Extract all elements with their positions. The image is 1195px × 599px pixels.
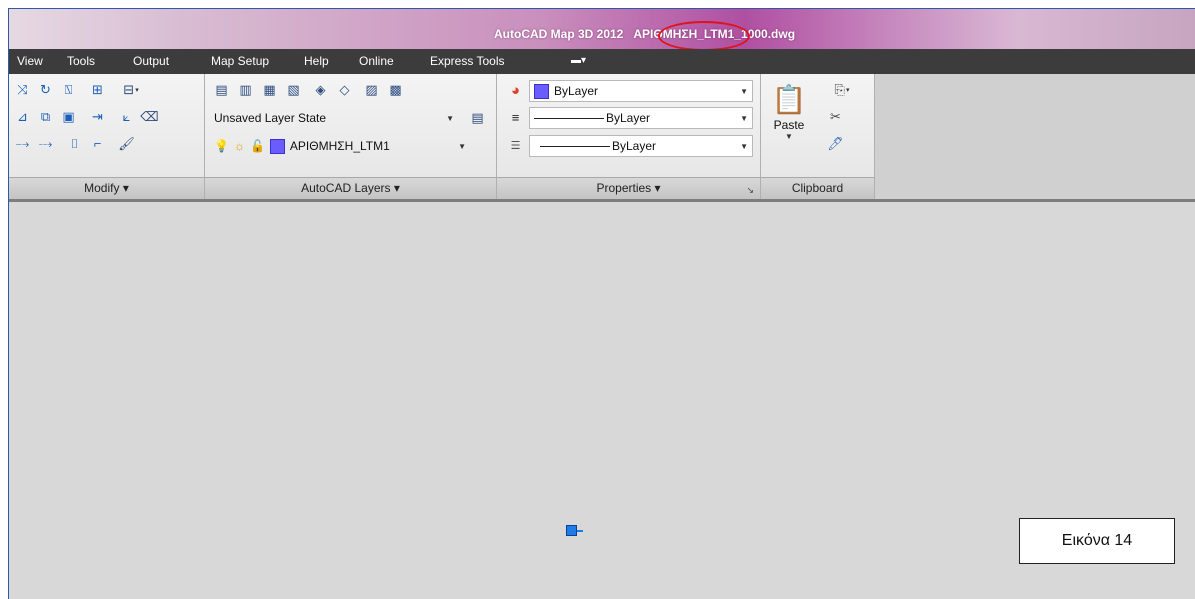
chevron-down-icon: ▼ bbox=[740, 142, 748, 151]
linetype-combo[interactable]: ByLayer ▼ bbox=[529, 135, 753, 157]
autocad-window: AutoCAD Map 3D 2012 ΑΡΙΘΜΗΣΗ_LTM1_1000.d… bbox=[8, 8, 1195, 599]
layer-color-swatch bbox=[269, 138, 285, 154]
chamfer-icon[interactable]: ⌷ bbox=[64, 133, 85, 154]
lineweight-icon[interactable]: ≡ bbox=[505, 107, 526, 128]
red-annotation-circle bbox=[658, 21, 750, 51]
layer-state-combo[interactable]: Unsaved Layer State ▼ bbox=[209, 107, 459, 129]
copy-icon[interactable]: ⧉ bbox=[35, 106, 56, 127]
layer-lock-icon[interactable]: ▨ bbox=[361, 79, 382, 100]
panel-properties-label[interactable]: Properties ▾ bbox=[497, 177, 760, 199]
menu-express-tools[interactable]: Express Tools bbox=[430, 54, 504, 68]
ribbon: ⤨ ↻ ⍂ ⊞ ⊟ ▾ ⊿ ⧉ ▣ ⇥ ⟀ ⌫ ⤍ ⤏ ⌷ ⌐ 🖌 Modify … bbox=[9, 74, 1195, 202]
sun-icon: ☼ bbox=[233, 139, 245, 153]
unlock-icon: 🔓 bbox=[249, 139, 265, 153]
menu-view[interactable]: View bbox=[17, 54, 43, 68]
menu-output[interactable]: Output bbox=[133, 54, 169, 68]
color-value: ByLayer bbox=[554, 84, 599, 98]
figure-caption: Εικόνα 14 bbox=[1019, 518, 1175, 564]
grip-handle[interactable] bbox=[566, 525, 577, 536]
lineweight-combo[interactable]: ByLayer ▼ bbox=[529, 107, 753, 129]
color-wheel-icon[interactable]: ◕ bbox=[505, 80, 526, 101]
layer-isolate-icon[interactable]: ▥ bbox=[235, 79, 256, 100]
layer-unisolate-icon[interactable]: ▦ bbox=[259, 79, 280, 100]
menu-bar: View Tools Output Map Setup Help Online … bbox=[9, 49, 1195, 74]
panel-layers: ▤ ▥ ▦ ▧ ◈ ◇ ▨ ▩ Unsaved Layer State ▼ ▤ … bbox=[205, 74, 497, 199]
menu-map-setup[interactable]: Map Setup bbox=[211, 54, 269, 68]
current-layer-name: ΑΡΙΘΜΗΣΗ_LTM1 bbox=[289, 139, 390, 153]
copy-clip-icon[interactable]: ⎘ ▾ bbox=[825, 79, 859, 100]
dialog-launcher-icon[interactable]: ↘ bbox=[746, 185, 754, 196]
paste-label: Paste bbox=[773, 118, 805, 132]
panel-properties: ◕ ByLayer ▼ ≡ ByLayer ▼ ☰ ByLayer ▼ Prop… bbox=[497, 74, 761, 199]
lineweight-sample bbox=[534, 117, 604, 119]
lineweight-value: ByLayer bbox=[606, 111, 651, 125]
grip-tail bbox=[577, 530, 583, 532]
layer-freeze-icon[interactable]: ▧ bbox=[283, 79, 304, 100]
drawing-canvas[interactable]: Εικόνα 14 bbox=[9, 205, 1195, 599]
lightbulb-icon: 💡 bbox=[214, 139, 229, 153]
layer-on-icon[interactable]: ◇ bbox=[334, 79, 355, 100]
match-properties-icon[interactable]: 🖌 bbox=[116, 133, 137, 154]
linetype-sample bbox=[540, 145, 610, 147]
panel-modify: ⤨ ↻ ⍂ ⊞ ⊟ ▾ ⊿ ⧉ ▣ ⇥ ⟀ ⌫ ⤍ ⤏ ⌷ ⌐ 🖌 Modify … bbox=[9, 74, 205, 199]
chevron-down-icon: ▼ bbox=[740, 87, 748, 96]
linetype-icon[interactable]: ☰ bbox=[505, 135, 526, 156]
break-icon[interactable]: ⤍ bbox=[12, 133, 33, 154]
chevron-down-icon: ▼ bbox=[458, 142, 466, 151]
chevron-down-icon: ▼ bbox=[446, 114, 454, 123]
panel-layers-label[interactable]: AutoCAD Layers ▾ bbox=[205, 177, 496, 199]
extend-icon[interactable]: ⇥ bbox=[87, 106, 108, 127]
color-combo[interactable]: ByLayer ▼ bbox=[529, 80, 753, 102]
color-swatch bbox=[534, 83, 549, 99]
layer-combo[interactable]: 💡 ☼ 🔓 ΑΡΙΘΜΗΣΗ_LTM1 ▼ bbox=[209, 135, 471, 157]
eraser-icon[interactable]: ⌫ bbox=[139, 106, 160, 127]
ribbon-empty-area bbox=[875, 74, 1195, 199]
stretch-icon[interactable]: ▣ bbox=[58, 106, 79, 127]
menu-online[interactable]: Online bbox=[359, 54, 394, 68]
workspace-dropdown-icon[interactable]: ▬▾ bbox=[571, 55, 593, 67]
fillet-icon[interactable]: ⟀ bbox=[116, 106, 137, 127]
layer-off-icon[interactable]: ◈ bbox=[310, 79, 331, 100]
panel-clipboard: 📋 Paste ▼ ⎘ ▾ ✂ 🖊 Clipboard bbox=[761, 74, 875, 199]
clipboard-icon: 📋 bbox=[771, 84, 807, 115]
layer-state-value: Unsaved Layer State bbox=[214, 111, 327, 125]
linetype-value: ByLayer bbox=[612, 139, 657, 153]
erase-icon[interactable]: ⊟ ▾ bbox=[116, 79, 146, 100]
menu-tools[interactable]: Tools bbox=[67, 54, 95, 68]
layer-unlock-icon[interactable]: ▩ bbox=[385, 79, 406, 100]
chevron-down-icon: ▼ bbox=[785, 132, 793, 141]
mirror-icon[interactable]: ⊿ bbox=[12, 106, 33, 127]
offset-icon[interactable]: ⌐ bbox=[87, 133, 108, 154]
join-icon[interactable]: ⤏ bbox=[35, 133, 56, 154]
cut-icon[interactable]: ✂ bbox=[825, 106, 846, 127]
menu-help[interactable]: Help bbox=[304, 54, 329, 68]
layer-state-manager-icon[interactable]: ▤ bbox=[467, 107, 488, 128]
title-bar: AutoCAD Map 3D 2012 ΑΡΙΘΜΗΣΗ_LTM1_1000.d… bbox=[9, 9, 1195, 51]
trim-icon[interactable]: ⍂ bbox=[58, 79, 79, 100]
paste-button[interactable]: 📋 Paste ▼ bbox=[769, 82, 809, 158]
move-icon[interactable]: ⤨ bbox=[12, 79, 33, 100]
rotate-icon[interactable]: ↻ bbox=[35, 79, 56, 100]
app-name: AutoCAD Map 3D 2012 bbox=[494, 27, 624, 41]
panel-modify-label[interactable]: Modify ▾ bbox=[9, 177, 204, 199]
match-props-icon[interactable]: 🖊 bbox=[825, 133, 846, 154]
layer-properties-icon[interactable]: ▤ bbox=[211, 79, 232, 100]
array-icon[interactable]: ⊞ bbox=[87, 79, 108, 100]
chevron-down-icon: ▼ bbox=[740, 114, 748, 123]
panel-clipboard-label[interactable]: Clipboard bbox=[761, 177, 874, 199]
